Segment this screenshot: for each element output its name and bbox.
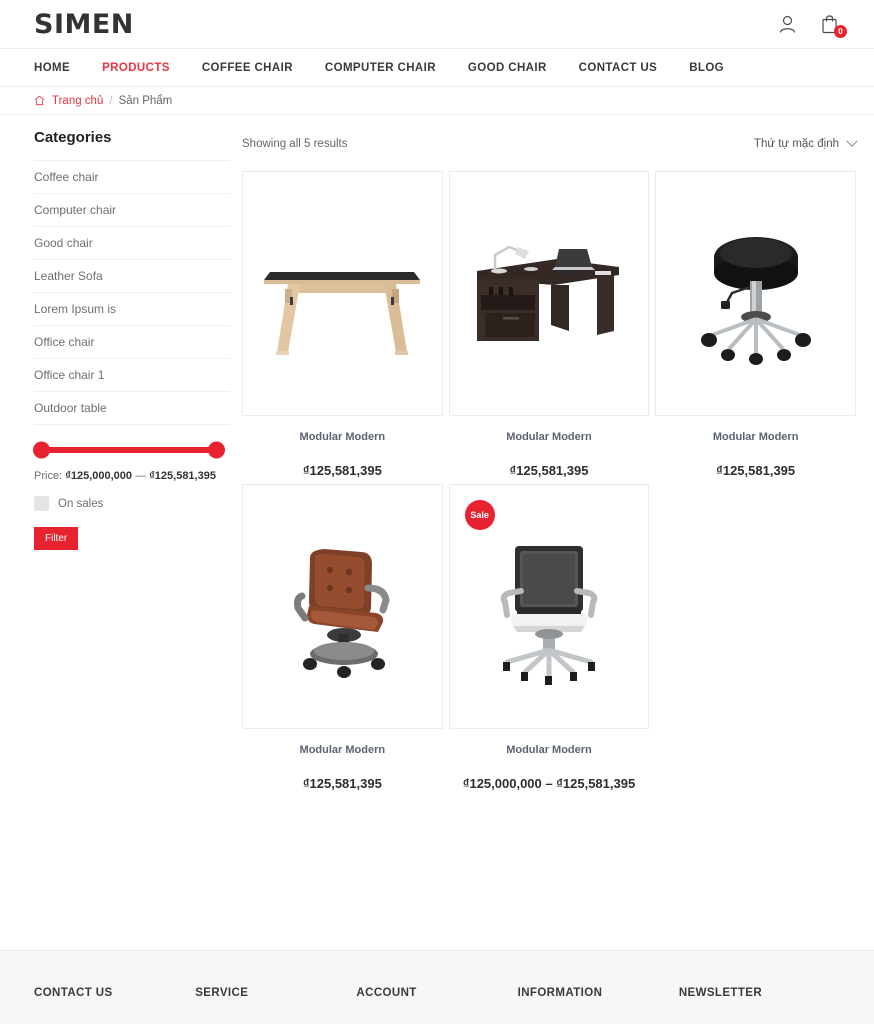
slider-track[interactable] <box>33 441 225 459</box>
price-range-label: Price: ₫125,000,000 — ₫125,581,395 <box>34 470 230 482</box>
footer-heading: ACCOUNT <box>356 987 417 999</box>
sort-selected-label: Thứ tự mặc định <box>753 138 839 150</box>
account-icon[interactable] <box>776 12 798 36</box>
product-title[interactable]: Modular Modern <box>242 744 443 756</box>
product-listing: Showing all 5 results Thứ tự mặc định Mo… <box>230 129 858 791</box>
slider-handle-min[interactable] <box>33 441 50 459</box>
product-price: ₫125,000,000 – ₫125,581,395 <box>462 776 636 791</box>
cart-count-badge: 0 <box>834 25 847 38</box>
category-list: Coffee chair Computer chair Good chair L… <box>34 160 230 425</box>
product-card: Sale Modular Modern ₫125,000,000 – ₫125,… <box>448 484 650 791</box>
price-min-value: ₫125,000,000 <box>65 470 133 482</box>
footer-column-newsletter: NEWSLETTER <box>679 987 840 1024</box>
site-logo[interactable]: SIMEN <box>34 9 134 40</box>
sidebar: Categories Coffee chair Computer chair G… <box>33 129 230 791</box>
site-header: SIMEN 0 <box>0 0 874 48</box>
filter-button[interactable]: Filter <box>34 527 79 550</box>
product-price: ₫125,581,395 <box>509 463 589 478</box>
product-grid-empty-cell <box>655 484 856 791</box>
on-sales-filter-row: On sales <box>34 496 230 511</box>
nav-item-computer-chair[interactable]: COMPUTER CHAIR <box>325 62 436 74</box>
product-image-mesh-chair[interactable]: Sale <box>448 484 650 729</box>
sidebar-item-office-chair[interactable]: Office chair <box>34 325 230 358</box>
product-price: ₫125,581,395 <box>302 776 382 791</box>
categories-heading: Categories <box>34 129 112 146</box>
footer-column-information: INFORMATION <box>518 987 679 1024</box>
main-navigation: HOME PRODUCTS COFFEE CHAIR COMPUTER CHAI… <box>0 48 874 87</box>
product-image-rolling-stool[interactable] <box>655 171 856 416</box>
footer-column-service: SERVICE <box>195 987 356 1024</box>
sidebar-item-computer-chair[interactable]: Computer chair <box>34 193 230 226</box>
product-image-wooden-table[interactable] <box>242 171 443 416</box>
product-grid: Modular Modern ₫125,581,395 Modular Mode… <box>242 171 856 791</box>
product-card: Modular Modern ₫125,581,395 <box>242 484 443 791</box>
site-footer: CONTACT US SERVICE ACCOUNT INFORMATION N… <box>0 950 874 1024</box>
product-title[interactable]: Modular Modern <box>655 431 856 443</box>
breadcrumb-separator: / <box>109 94 113 107</box>
product-title[interactable]: Modular Modern <box>242 431 443 443</box>
product-title[interactable]: Modular Modern <box>449 431 650 443</box>
on-sales-checkbox[interactable] <box>34 496 49 511</box>
sidebar-item-lorem-ipsum-is[interactable]: Lorem Ipsum is <box>34 292 230 325</box>
sidebar-item-office-chair-1[interactable]: Office chair 1 <box>34 358 230 391</box>
header-icon-group: 0 <box>776 12 847 38</box>
sidebar-item-leather-sofa[interactable]: Leather Sofa <box>34 259 230 292</box>
product-title[interactable]: Modular Modern <box>449 744 650 756</box>
nav-item-good-chair[interactable]: GOOD CHAIR <box>468 62 547 74</box>
sidebar-item-good-chair[interactable]: Good chair <box>34 226 230 259</box>
page-body: Categories Coffee chair Computer chair G… <box>0 115 874 791</box>
nav-item-home[interactable]: HOME <box>34 62 70 74</box>
nav-item-contact-us[interactable]: CONTACT US <box>579 62 658 74</box>
product-price: ₫125,581,395 <box>716 463 796 478</box>
product-card: Modular Modern ₫125,581,395 <box>242 171 443 478</box>
slider-handle-max[interactable] <box>208 441 225 459</box>
price-max-value: ₫125,581,395 <box>149 470 216 482</box>
product-price: ₫125,581,395 <box>302 463 382 478</box>
footer-heading: CONTACT US <box>34 987 113 999</box>
listing-toolbar: Showing all 5 results Thứ tự mặc định <box>242 129 858 159</box>
footer-heading: INFORMATION <box>517 987 603 999</box>
result-count: Showing all 5 results <box>242 138 348 150</box>
sidebar-item-outdoor-table[interactable]: Outdoor table <box>34 391 230 425</box>
price-prefix: Price: <box>34 470 63 482</box>
breadcrumb-current: Sản Phẩm <box>118 94 173 107</box>
footer-heading: SERVICE <box>195 987 249 999</box>
breadcrumb-home-link[interactable]: Trang chủ <box>52 95 103 107</box>
product-card: Modular Modern ₫125,581,395 <box>448 171 650 478</box>
cart-icon[interactable]: 0 <box>818 12 847 38</box>
price-range-slider[interactable] <box>33 441 230 459</box>
product-image-leather-chair[interactable] <box>242 484 443 729</box>
product-card: Modular Modern ₫125,581,395 <box>655 171 856 478</box>
sort-dropdown[interactable]: Thứ tự mặc định <box>753 135 858 150</box>
price-dash: — <box>135 470 147 482</box>
home-icon <box>34 95 45 106</box>
nav-item-blog[interactable]: BLOG <box>689 62 724 74</box>
sale-badge: Sale <box>464 500 495 530</box>
sidebar-item-coffee-chair[interactable]: Coffee chair <box>34 160 230 193</box>
nav-item-products[interactable]: PRODUCTS <box>102 62 170 74</box>
footer-heading: NEWSLETTER <box>678 987 763 999</box>
product-image-corner-desk[interactable] <box>448 171 650 416</box>
footer-column-contact-us: CONTACT US <box>34 987 195 1024</box>
nav-item-coffee-chair[interactable]: COFFEE CHAIR <box>202 62 293 74</box>
on-sales-label: On sales <box>58 497 104 510</box>
breadcrumb: Trang chủ / Sản Phẩm <box>0 87 874 115</box>
chevron-down-icon <box>846 135 858 147</box>
footer-column-account: ACCOUNT <box>356 987 517 1024</box>
